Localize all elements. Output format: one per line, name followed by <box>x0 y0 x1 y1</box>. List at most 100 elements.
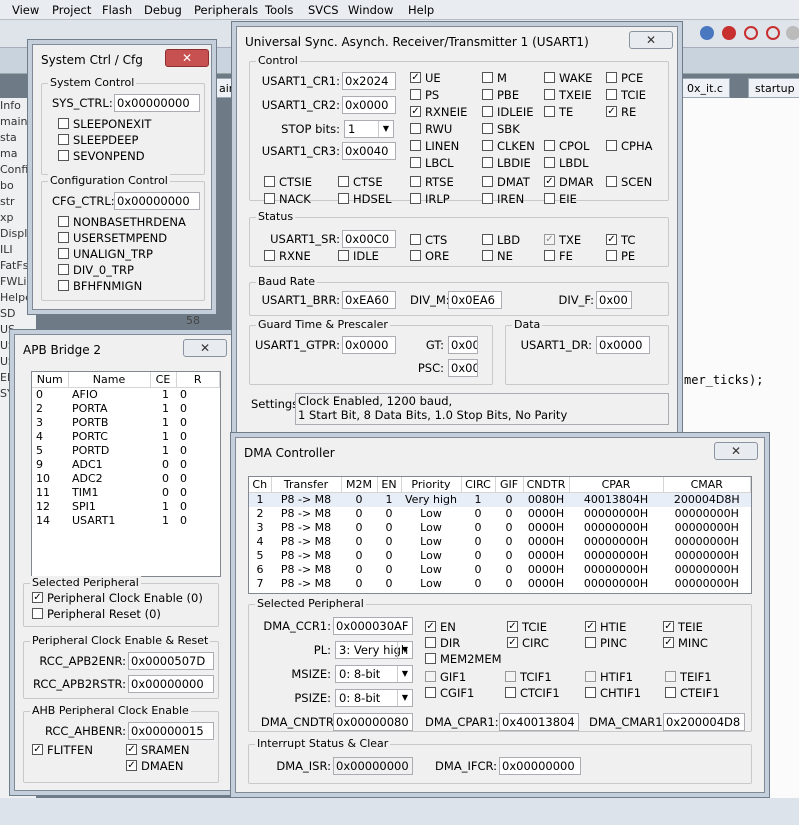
hdsel-checkbox[interactable]: HDSEL <box>338 193 391 207</box>
close-icon[interactable]: ✕ <box>714 442 758 460</box>
column-header[interactable]: EN <box>377 477 402 493</box>
dma-dir-checkbox[interactable]: DIR <box>425 637 460 651</box>
tree-item[interactable]: FWLib <box>0 274 36 290</box>
tree-item[interactable]: Helpers <box>0 290 36 306</box>
menu-svcs[interactable]: SVCS <box>308 3 339 17</box>
tree-item[interactable]: Displa <box>0 226 36 242</box>
table-row[interactable]: 9 ADC1 0 0 <box>32 458 220 472</box>
pce-checkbox[interactable]: PCE <box>606 72 643 86</box>
ue-checkbox[interactable]: UE <box>410 72 441 86</box>
sleepdeep-checkbox[interactable]: SLEEPDEEP <box>58 134 139 148</box>
menu-debug[interactable]: Debug <box>144 3 182 17</box>
iren-checkbox[interactable]: IREN <box>482 193 524 207</box>
tree-item[interactable]: ILI <box>0 242 36 258</box>
cpha-checkbox[interactable]: CPHA <box>606 140 652 154</box>
te-checkbox[interactable]: TE <box>544 106 573 120</box>
status-ne-checkbox[interactable]: NE <box>482 250 513 264</box>
menu-flash[interactable]: Flash <box>102 3 132 17</box>
column-header[interactable]: CIRC <box>461 477 496 493</box>
breakpoint-off-icon[interactable] <box>744 26 758 40</box>
toolbar-more-icon[interactable] <box>786 26 799 40</box>
tree-item[interactable]: SD <box>0 306 36 322</box>
dma-tcie-checkbox[interactable]: TCIE <box>507 621 547 635</box>
tree-item[interactable]: main <box>0 114 36 130</box>
table-row[interactable]: 12 SPI1 1 0 <box>32 500 220 514</box>
psize-select[interactable]: 0: 8-bit ▼ <box>335 689 413 707</box>
cpol-checkbox[interactable]: CPOL <box>544 140 589 154</box>
menu-tools[interactable]: Tools <box>265 3 293 17</box>
cr3-field[interactable]: 0x0040 <box>342 142 396 160</box>
bfhfnmign-checkbox[interactable]: BFHFNMIGN <box>58 280 142 294</box>
column-header[interactable]: Priority <box>401 477 462 493</box>
dmat-checkbox[interactable]: DMAT <box>482 176 530 190</box>
tree-item[interactable]: bo <box>0 178 36 194</box>
pbe-checkbox[interactable]: PBE <box>482 89 519 103</box>
dr-field[interactable]: 0x0000 <box>596 336 650 354</box>
tree-item[interactable]: FatFs <box>0 258 36 274</box>
table-row[interactable]: 5 P8 -> M8 0 0 Low 0 0 0000H 00000000H 00000000H <box>249 549 751 563</box>
chtif1-checkbox[interactable]: CHTIF1 <box>585 687 641 701</box>
apb2rstr-field[interactable]: 0x00000000 <box>128 675 214 693</box>
tree-item[interactable]: str <box>0 194 36 210</box>
column-header[interactable]: GIF <box>495 477 524 493</box>
re-checkbox[interactable]: RE <box>606 106 636 120</box>
tree-item[interactable]: xp <box>0 210 36 226</box>
status-tc-checkbox[interactable]: TC <box>606 234 635 248</box>
unalign-trp-checkbox[interactable]: UNALIGN_TRP <box>58 248 153 262</box>
irlp-checkbox[interactable]: IRLP <box>410 193 450 207</box>
breakpoint-icon[interactable] <box>722 26 736 40</box>
dmaen-checkbox[interactable]: DMAEN <box>126 760 184 774</box>
sys-ctrl-field[interactable]: 0x00000000 <box>114 94 200 112</box>
apb2enr-field[interactable]: 0x0000507D <box>128 652 214 670</box>
dma-en-checkbox[interactable]: EN <box>425 621 456 635</box>
sleeponexit-checkbox[interactable]: SLEEPONEXIT <box>58 118 151 132</box>
cfg-ctrl-field[interactable]: 0x00000000 <box>114 192 200 210</box>
tree-item[interactable]: ma <box>0 146 36 162</box>
dma-pinc-checkbox[interactable]: PINC <box>585 637 627 651</box>
table-row[interactable]: 4 P8 -> M8 0 0 Low 0 0 0000H 00000000H 00000000H <box>249 535 751 549</box>
rwu-checkbox[interactable]: RWU <box>410 123 452 137</box>
cpar-field[interactable]: 0x40013804 <box>499 713 579 731</box>
ctcif1-checkbox[interactable]: CTCIF1 <box>505 687 560 701</box>
ctsie-checkbox[interactable]: CTSIE <box>264 176 312 190</box>
dma-circ-checkbox[interactable]: CIRC <box>507 637 549 651</box>
gt-field[interactable]: 0x00 <box>448 336 478 354</box>
column-header[interactable]: Ch <box>249 477 272 493</box>
psc-field[interactable]: 0x00 <box>448 359 478 377</box>
kill-breakpoints-icon[interactable] <box>766 26 780 40</box>
sr-field[interactable]: 0x00C0 <box>342 230 396 248</box>
ccr-field[interactable]: 0x000030AF <box>333 617 413 635</box>
tcie-checkbox[interactable]: TCIE <box>606 89 646 103</box>
rxneie-checkbox[interactable]: RXNEIE <box>410 106 467 120</box>
menu-window[interactable]: Window <box>348 3 393 17</box>
column-header[interactable]: CE <box>150 372 177 388</box>
ifcr-field[interactable]: 0x00000000 <box>499 757 581 775</box>
usersetmpend-checkbox[interactable]: USERSETMPEND <box>58 232 167 246</box>
gtpr-field[interactable]: 0x0000 <box>342 336 396 354</box>
eie-checkbox[interactable]: EIE <box>544 193 577 207</box>
table-row[interactable]: 11 TIM1 0 0 <box>32 486 220 500</box>
ctse-checkbox[interactable]: CTSE <box>338 176 383 190</box>
divm-field[interactable]: 0x0EA6 <box>448 291 502 309</box>
column-header[interactable]: CMAR <box>663 477 751 493</box>
stop-bits-select[interactable]: 1 ▼ <box>344 120 394 138</box>
peripheral-list[interactable]: Num Name CE R 0 AFIO 1 0 2 PORTA 1 0 3 PORTB 1 0 4 PO… <box>31 371 221 577</box>
dma-mem2mem-checkbox[interactable]: MEM2MEM <box>425 653 502 667</box>
close-icon[interactable]: ✕ <box>183 339 227 357</box>
close-icon[interactable]: ✕ <box>165 49 209 67</box>
table-row[interactable]: 10 ADC2 0 0 <box>32 472 220 486</box>
status-fe-checkbox[interactable]: FE <box>544 250 573 264</box>
dma-minc-checkbox[interactable]: MINC <box>663 637 708 651</box>
idleie-checkbox[interactable]: IDLEIE <box>482 106 534 120</box>
column-header[interactable]: M2M <box>341 477 378 493</box>
editor-tab-startup[interactable]: startup <box>748 78 799 98</box>
sbk-checkbox[interactable]: SBK <box>482 123 520 137</box>
dma-teie-checkbox[interactable]: TEIE <box>663 621 703 635</box>
status-ore-checkbox[interactable]: ORE <box>410 250 449 264</box>
table-row[interactable]: 1 P8 -> M8 0 1 Very high 1 0 0080H 40013804H 2000… <box>249 492 751 507</box>
txeie-checkbox[interactable]: TXEIE <box>544 89 592 103</box>
menu-peripherals[interactable]: Peripherals <box>194 3 258 17</box>
m-checkbox[interactable]: M <box>482 72 507 86</box>
msize-select[interactable]: 0: 8-bit ▼ <box>335 665 413 683</box>
tree-item[interactable]: Confi <box>0 162 36 178</box>
